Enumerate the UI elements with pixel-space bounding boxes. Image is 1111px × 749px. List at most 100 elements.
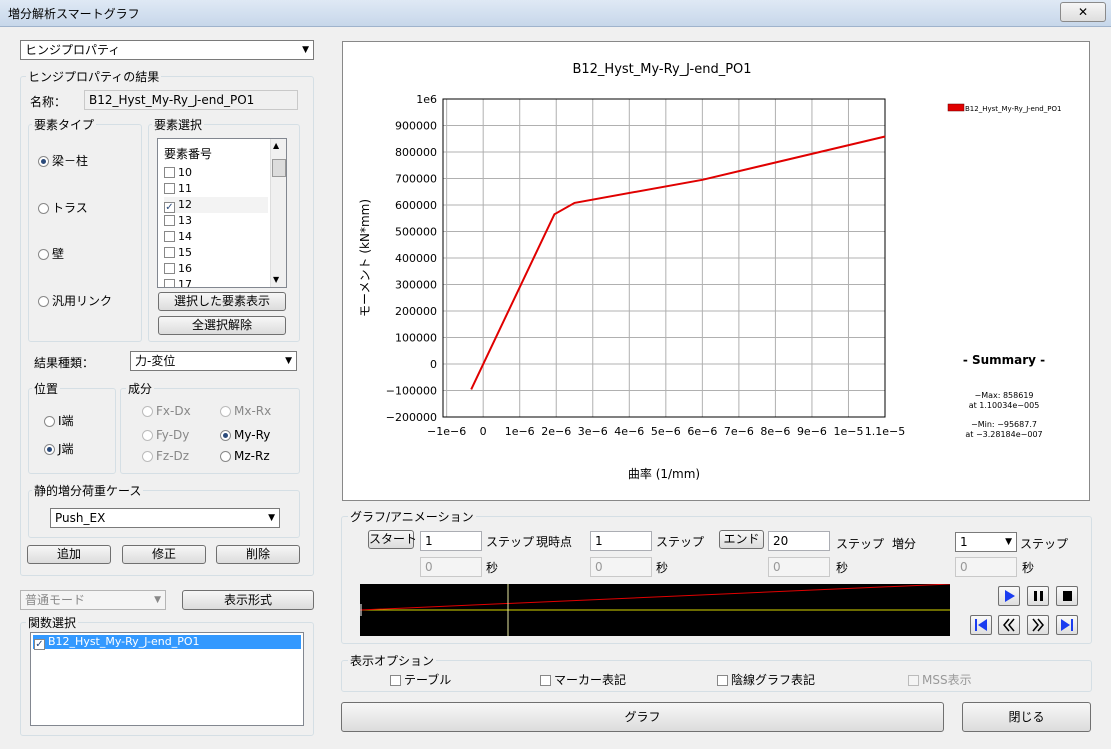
x-tick-label: 4e−6 bbox=[614, 425, 644, 438]
last-step-button[interactable] bbox=[1056, 615, 1078, 635]
marker-option[interactable]: マーカー表記 bbox=[540, 671, 626, 688]
element-checkbox[interactable] bbox=[164, 247, 175, 258]
chart-title: B12_Hyst_My-Ry_J-end_PO1 bbox=[572, 62, 751, 77]
hidden-line-option[interactable]: 陰線グラフ表記 bbox=[717, 671, 815, 688]
increment-combo[interactable]: 1 ▼ bbox=[955, 532, 1017, 552]
element-type-label: 要素タイプ bbox=[32, 116, 97, 133]
step-forward-button[interactable] bbox=[1027, 615, 1049, 635]
element-type-radio-0[interactable]: 梁－柱 bbox=[38, 152, 88, 169]
result-type-combo[interactable]: ヒンジプロパティ ▼ bbox=[20, 40, 314, 60]
pause-button[interactable] bbox=[1027, 586, 1049, 606]
element-checkbox[interactable] bbox=[164, 215, 175, 226]
element-type-radio-3-dot[interactable] bbox=[38, 296, 49, 307]
x-tick-label: 7e−6 bbox=[724, 425, 754, 438]
smart-graph-window: 増分解析スマートグラフ ✕ ヒンジプロパティ ▼ ヒンジプロパティの結果 名称：… bbox=[0, 0, 1111, 749]
hidden-line-checkbox[interactable] bbox=[717, 675, 728, 686]
component-radio-3[interactable]: My-Ry bbox=[220, 428, 270, 442]
summary-max: −Max: 858619 bbox=[974, 391, 1033, 400]
y-tick-label: 600000 bbox=[395, 199, 437, 212]
scroll-down-icon[interactable]: ▼ bbox=[273, 275, 279, 284]
element-type-radio-2-dot[interactable] bbox=[38, 249, 49, 260]
y-axis-label: モーメント (kN*mm) bbox=[358, 199, 372, 317]
function-list[interactable]: ✓ B12_Hyst_My-Ry_J-end_PO1 bbox=[30, 632, 304, 726]
element-list-item[interactable]: 17 bbox=[164, 277, 268, 287]
delete-button[interactable]: 削除 bbox=[216, 545, 300, 564]
position-radio-1[interactable]: J端 bbox=[44, 440, 74, 457]
result-kind-combo[interactable]: 力-変位 ▼ bbox=[130, 351, 297, 371]
result-kind-label: 結果種類： bbox=[34, 356, 95, 370]
element-list[interactable]: 要素番号 10 11 ✓ 12 13 14 15 16 17 ▲ ▼ bbox=[157, 138, 287, 288]
increment-sec-field: 0 bbox=[955, 557, 1017, 577]
element-checkbox[interactable] bbox=[164, 231, 175, 242]
element-list-item[interactable]: 11 bbox=[164, 181, 268, 197]
chart-svg: B12_Hyst_My-Ry_J-end_PO1 −1e−6 0 1e−6 2e−6 3e… bbox=[358, 62, 1061, 481]
element-type-radio-2-label: 壁 bbox=[52, 247, 65, 261]
component-radio-5-dot[interactable] bbox=[220, 451, 231, 462]
function-item-checkbox[interactable]: ✓ bbox=[34, 639, 45, 650]
table-checkbox[interactable] bbox=[390, 675, 401, 686]
step-back-button[interactable] bbox=[998, 615, 1020, 635]
legend-swatch bbox=[947, 103, 965, 112]
element-list-item[interactable]: ✓ 12 bbox=[164, 197, 268, 213]
x-tick-label: 8e−6 bbox=[760, 425, 790, 438]
modify-button[interactable]: 修正 bbox=[122, 545, 206, 564]
end-button[interactable]: エンド bbox=[719, 530, 764, 549]
fast-forward-icon bbox=[1032, 618, 1044, 632]
element-list-header: 要素番号 bbox=[164, 147, 213, 161]
position-radio-0[interactable]: I端 bbox=[44, 412, 74, 429]
add-button[interactable]: 追加 bbox=[27, 545, 111, 564]
scroll-thumb[interactable] bbox=[272, 159, 286, 177]
element-checkbox[interactable] bbox=[164, 183, 175, 194]
first-step-button[interactable] bbox=[970, 615, 992, 635]
animation-track-svg bbox=[360, 584, 950, 636]
chevron-down-icon: ▼ bbox=[285, 356, 292, 366]
component-radio-3-dot[interactable] bbox=[220, 430, 231, 441]
load-case-combo[interactable]: Push_EX ▼ bbox=[50, 508, 280, 528]
graph-button[interactable]: グラフ bbox=[341, 702, 944, 732]
element-list-item[interactable]: 16 bbox=[164, 261, 268, 277]
start-button[interactable]: スタート bbox=[368, 530, 417, 549]
element-type-radio-0-dot[interactable] bbox=[38, 156, 49, 167]
element-list-item[interactable]: 14 bbox=[164, 229, 268, 245]
display-format-button[interactable]: 表示形式 bbox=[182, 590, 314, 610]
table-option[interactable]: テーブル bbox=[390, 671, 451, 688]
component-radio-5[interactable]: Mz-Rz bbox=[220, 449, 270, 463]
element-type-radio-3[interactable]: 汎用リンク bbox=[38, 292, 112, 309]
end-sec-unit: 秒 bbox=[836, 561, 849, 575]
element-checkbox[interactable]: ✓ bbox=[164, 202, 175, 213]
summary-title: - Summary - bbox=[963, 353, 1045, 367]
component-radio-1: Mx-Rx bbox=[220, 404, 271, 418]
element-number: 14 bbox=[178, 230, 192, 243]
current-step-field[interactable]: 1 bbox=[590, 531, 652, 551]
start-sec-field: 0 bbox=[420, 557, 482, 577]
mss-option-label: MSS表示 bbox=[922, 673, 972, 687]
element-type-radio-1-dot[interactable] bbox=[38, 203, 49, 214]
element-list-item[interactable]: 15 bbox=[164, 245, 268, 261]
animation-track[interactable] bbox=[360, 584, 950, 636]
element-checkbox[interactable] bbox=[164, 167, 175, 178]
clear-all-selection-button[interactable]: 全選択解除 bbox=[158, 316, 286, 335]
close-icon: ✕ bbox=[1077, 5, 1089, 19]
scroll-up-icon[interactable]: ▲ bbox=[273, 141, 279, 150]
element-checkbox[interactable] bbox=[164, 279, 175, 287]
position-radio-0-dot[interactable] bbox=[44, 416, 55, 427]
summary-max-at: at 1.10034e−005 bbox=[969, 401, 1040, 410]
function-list-item[interactable]: ✓ B12_Hyst_My-Ry_J-end_PO1 bbox=[33, 635, 301, 650]
show-selected-elements-button[interactable]: 選択した要素表示 bbox=[158, 292, 286, 311]
element-list-item[interactable]: 13 bbox=[164, 213, 268, 229]
element-type-radio-1[interactable]: トラス bbox=[38, 199, 88, 216]
close-window-button[interactable]: ✕ bbox=[1060, 2, 1106, 22]
element-list-item[interactable]: 10 bbox=[164, 165, 268, 181]
stop-button[interactable] bbox=[1056, 586, 1078, 606]
element-type-radio-2[interactable]: 壁 bbox=[38, 245, 64, 262]
marker-checkbox[interactable] bbox=[540, 675, 551, 686]
start-step-field[interactable]: 1 bbox=[420, 531, 482, 551]
x-tick-label: 2e−6 bbox=[541, 425, 571, 438]
element-checkbox[interactable] bbox=[164, 263, 175, 274]
play-button[interactable] bbox=[998, 586, 1020, 606]
position-radio-1-dot[interactable] bbox=[44, 444, 55, 455]
end-step-field[interactable]: 20 bbox=[768, 531, 830, 551]
close-button[interactable]: 閉じる bbox=[962, 702, 1091, 732]
x-tick-label: −1e−6 bbox=[427, 425, 466, 438]
element-list-scrollbar[interactable]: ▲ ▼ bbox=[270, 139, 286, 287]
